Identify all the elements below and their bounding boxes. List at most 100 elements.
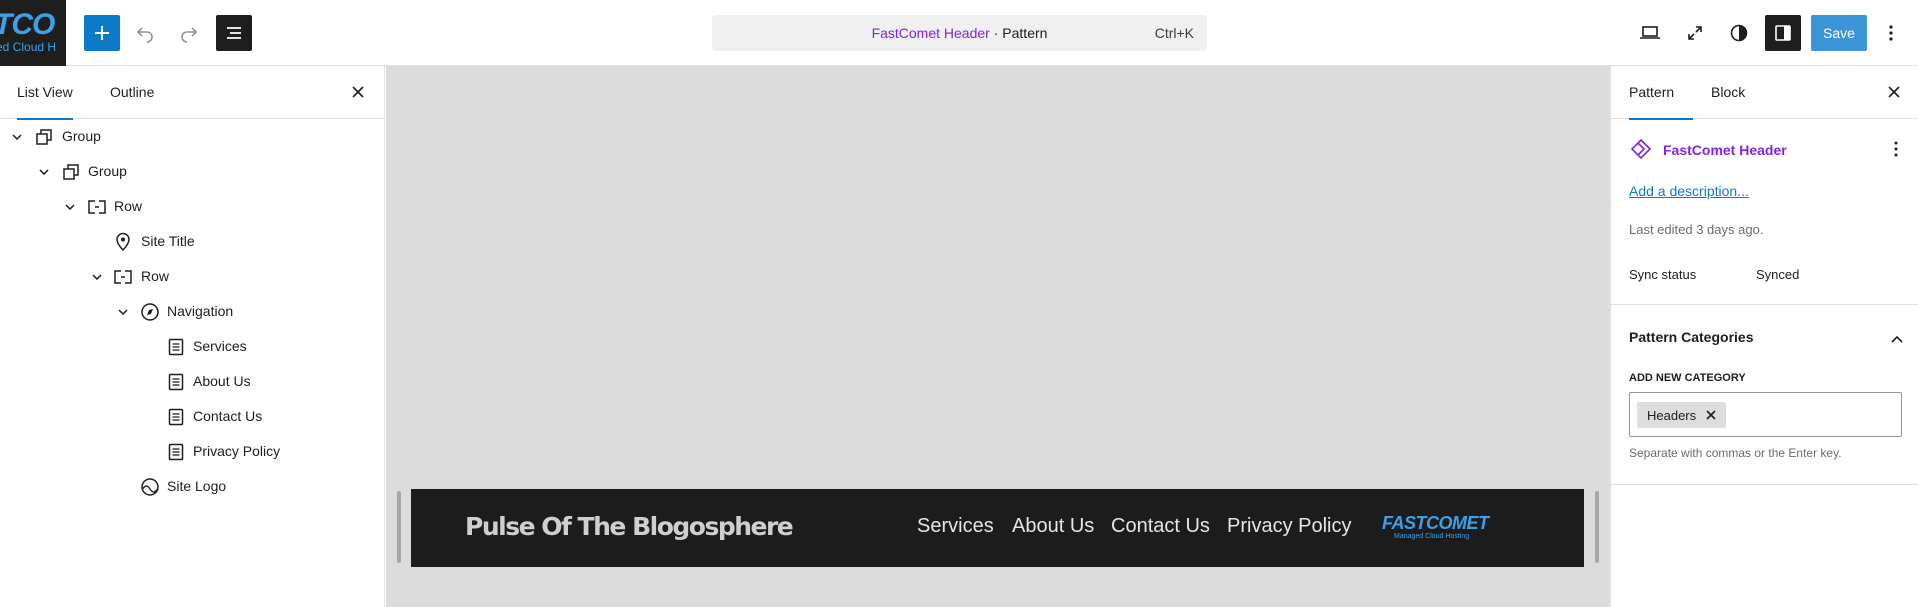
- more-vertical-icon: [1889, 25, 1893, 41]
- tree-item-group[interactable]: Group: [0, 119, 384, 154]
- editor-top-bar: TCO ed Cloud H FastComet Header · Patter…: [0, 0, 1918, 66]
- group-icon: [33, 126, 55, 148]
- tree-item-row[interactable]: Row: [0, 259, 384, 294]
- settings-toggle-button[interactable]: [1765, 15, 1801, 51]
- compass-icon: [139, 301, 161, 323]
- header-pattern-preview[interactable]: Pulse Of The Blogosphere Services About …: [411, 489, 1584, 567]
- remove-token-icon[interactable]: [1706, 408, 1716, 423]
- site-icon-button[interactable]: TCO ed Cloud H: [0, 0, 66, 66]
- sync-status-value: Synced: [1756, 267, 1800, 282]
- undo-button[interactable]: [127, 15, 163, 51]
- page-icon: [165, 441, 187, 463]
- row-icon: [112, 266, 134, 288]
- tree-item-label: Contact Us: [193, 408, 263, 424]
- chevron-down-icon[interactable]: [63, 200, 77, 214]
- category-token-field[interactable]: Headers: [1629, 392, 1902, 437]
- tree-item-label: Site Logo: [167, 478, 227, 494]
- tree-item-label: Row: [141, 268, 170, 284]
- close-list-view-button[interactable]: [345, 79, 371, 105]
- preview-site-title[interactable]: Pulse Of The Blogosphere: [465, 512, 794, 541]
- command-bar-type: · Pattern: [989, 25, 1048, 41]
- category-help-text: Separate with commas or the Enter key.: [1629, 446, 1842, 460]
- editor-canvas[interactable]: Pulse Of The Blogosphere Services About …: [386, 66, 1610, 607]
- tree-item-page-link[interactable]: About Us: [0, 364, 384, 399]
- tab-block[interactable]: Block: [1711, 66, 1745, 119]
- chevron-down-icon[interactable]: [37, 165, 51, 179]
- preview-logo-tagline: Managed Cloud Hosting: [1394, 533, 1470, 540]
- pattern-categories-title[interactable]: Pattern Categories: [1629, 329, 1753, 345]
- tree-item-site-logo[interactable]: Site Logo: [0, 469, 384, 504]
- pattern-categories-panel: Pattern Categories ADD NEW CATEGORY Head…: [1611, 305, 1918, 485]
- preview-site-logo[interactable]: FASTCOMET Managed Cloud Hosting: [1382, 513, 1492, 543]
- site-logo-tagline: ed Cloud H: [0, 40, 57, 54]
- preview-nav-link[interactable]: Privacy Policy: [1227, 515, 1351, 538]
- save-button[interactable]: Save: [1811, 15, 1867, 51]
- options-menu-button[interactable]: [1873, 15, 1909, 51]
- settings-tabs: Pattern Block: [1611, 66, 1918, 120]
- list-view-icon: [227, 27, 241, 39]
- site-logo-text: TCO: [0, 8, 55, 41]
- preview-logo-text: FASTCOMET: [1382, 513, 1489, 533]
- preview-nav-link[interactable]: About Us: [1012, 515, 1094, 538]
- category-token: Headers: [1637, 402, 1727, 428]
- tree-item-label: Navigation: [167, 303, 234, 319]
- pattern-actions-button[interactable]: [1886, 137, 1906, 161]
- tree-item-label: Privacy Policy: [193, 443, 281, 459]
- redo-icon: [181, 27, 198, 43]
- command-shortcut: Ctrl+K: [1154, 25, 1194, 41]
- undo-icon: [136, 27, 153, 43]
- tree-item-label: About Us: [193, 373, 251, 389]
- laptop-icon: [1640, 26, 1660, 39]
- pattern-name: FastComet Header: [1663, 142, 1787, 158]
- document-overview-button[interactable]: [216, 15, 252, 51]
- tab-list-view[interactable]: List View: [17, 66, 73, 120]
- tree-item-label: Services: [193, 338, 247, 354]
- tab-outline[interactable]: Outline: [110, 66, 154, 119]
- styles-button[interactable]: [1721, 15, 1757, 51]
- close-icon: [352, 86, 364, 98]
- tree-item-label: Site Title: [141, 233, 195, 249]
- command-bar-title: FastComet Header · Pattern: [712, 25, 1207, 41]
- chevron-down-icon[interactable]: [10, 130, 24, 144]
- add-description-link[interactable]: Add a description...: [1629, 183, 1749, 199]
- site-logo-icon: [139, 476, 161, 498]
- collapse-categories-button[interactable]: [1887, 327, 1907, 351]
- chevron-down-icon[interactable]: [116, 305, 130, 319]
- contrast-icon: [1730, 24, 1748, 42]
- last-edited-text: Last edited 3 days ago.: [1629, 222, 1764, 237]
- chevron-up-icon: [1891, 335, 1903, 343]
- preview-nav-link[interactable]: Contact Us: [1111, 515, 1210, 538]
- more-vertical-icon: [1894, 141, 1898, 157]
- left-panel-tabs: List View Outline: [0, 66, 384, 120]
- tree-item-page-link[interactable]: Privacy Policy: [0, 434, 384, 469]
- symbol-icon: [1629, 137, 1653, 165]
- add-category-label: ADD NEW CATEGORY: [1629, 372, 1746, 384]
- sidebar-icon: [1775, 25, 1791, 41]
- preview-nav-link[interactable]: Services: [917, 515, 994, 538]
- tree-item-label: Group: [62, 128, 101, 144]
- device-preview-button[interactable]: [1632, 15, 1668, 51]
- plus-icon: [95, 26, 109, 40]
- close-settings-button[interactable]: [1881, 79, 1907, 105]
- tab-pattern[interactable]: Pattern: [1629, 66, 1694, 120]
- group-icon: [60, 161, 82, 183]
- command-bar-pattern-name: FastComet Header: [871, 25, 990, 41]
- tree-item-row[interactable]: Row: [0, 189, 384, 224]
- resize-handle-left[interactable]: [397, 491, 401, 563]
- zoom-out-button[interactable]: [1677, 15, 1713, 51]
- resize-handle-right[interactable]: [1595, 491, 1599, 563]
- redo-button[interactable]: [171, 15, 207, 51]
- map-pin-icon: [112, 231, 134, 253]
- sync-status-label: Sync status: [1629, 267, 1697, 282]
- tree-item-navigation[interactable]: Navigation: [0, 294, 384, 329]
- block-inserter-button[interactable]: [84, 15, 120, 51]
- tree-item-page-link[interactable]: Contact Us: [0, 399, 384, 434]
- page-icon: [165, 336, 187, 358]
- tree-item-group[interactable]: Group: [0, 154, 384, 189]
- tree-item-page-link[interactable]: Services: [0, 329, 384, 364]
- tree-item-site-title[interactable]: Site Title: [0, 224, 384, 259]
- command-palette-bar[interactable]: FastComet Header · Pattern Ctrl+K: [712, 15, 1207, 51]
- tree-item-label: Row: [114, 198, 143, 214]
- chevron-down-icon[interactable]: [90, 270, 104, 284]
- close-icon: [1888, 86, 1900, 98]
